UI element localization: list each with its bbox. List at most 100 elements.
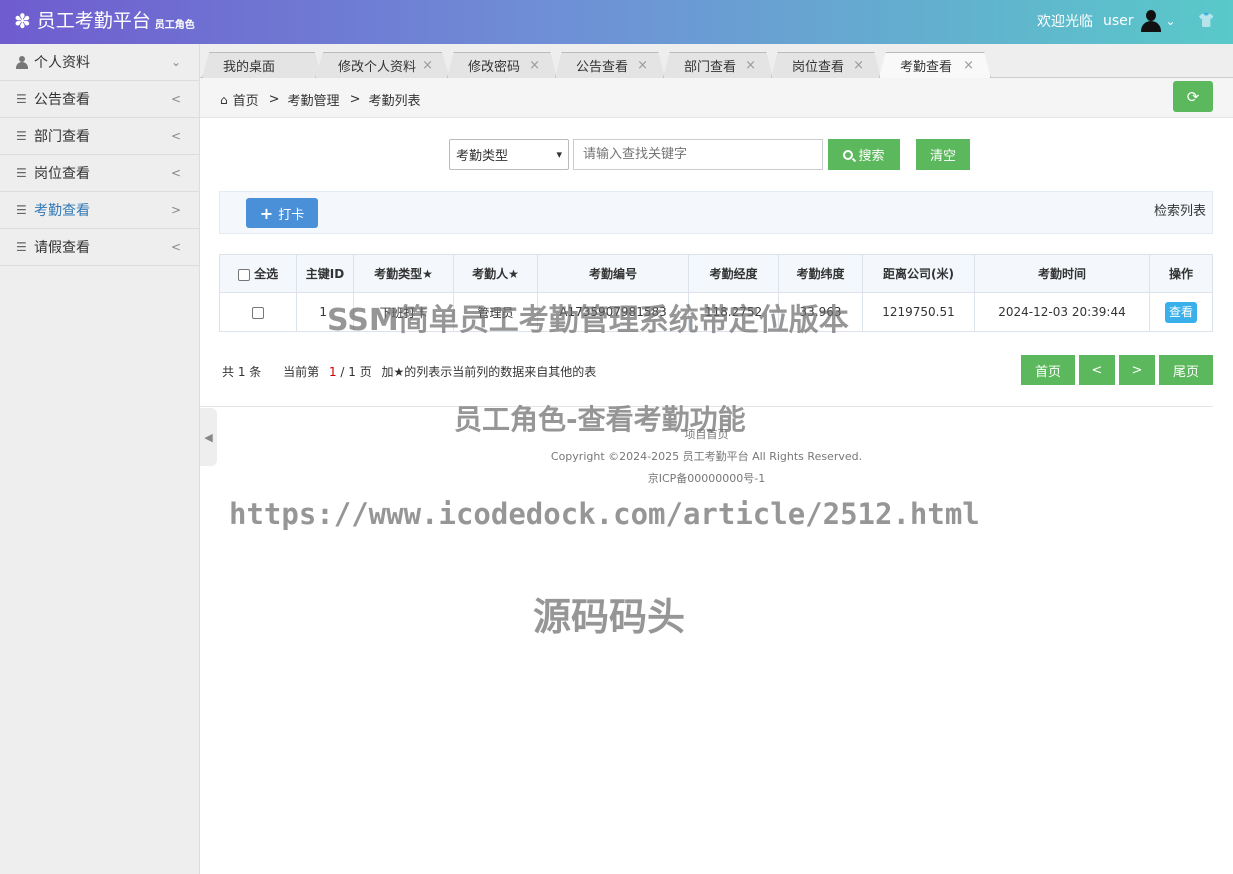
header-id: 主键ID bbox=[296, 254, 354, 293]
sidebar-item-leave[interactable]: ☰ 请假查看 < bbox=[0, 229, 199, 266]
tab-notices[interactable]: 公告查看 × bbox=[555, 52, 665, 78]
sidebar-item-positions[interactable]: ☰ 岗位查看 < bbox=[0, 155, 199, 192]
punch-in-label: 打卡 bbox=[278, 207, 305, 223]
pager-buttons: 首页 < > 尾页 bbox=[1017, 355, 1213, 385]
tab-label: 部门查看 bbox=[684, 60, 737, 75]
sidebar-item-label: 公告查看 bbox=[34, 92, 90, 108]
view-button[interactable]: 查看 bbox=[1165, 301, 1197, 323]
breadcrumb: ⌂ 首页 > 考勤管理 > 考勤列表 bbox=[220, 90, 420, 109]
close-icon[interactable]: × bbox=[853, 58, 864, 73]
tab-label: 公告查看 bbox=[576, 60, 629, 75]
cell-operation: 查看 bbox=[1149, 292, 1213, 332]
sidebar-item-notices[interactable]: ☰ 公告查看 < bbox=[0, 81, 199, 118]
list-icon: ☰ bbox=[16, 129, 27, 143]
close-icon[interactable]: × bbox=[637, 58, 648, 73]
search-button-label: 搜索 bbox=[858, 149, 885, 164]
row-checkbox[interactable] bbox=[252, 306, 264, 319]
first-page-button[interactable]: 首页 bbox=[1021, 355, 1075, 385]
pager-info: 共 1 条 当前第 1 / 1 页 加★的列表示当前列的数据来自其他的表 bbox=[222, 363, 596, 380]
next-page-button[interactable]: > bbox=[1119, 355, 1155, 385]
sidebar-item-label: 请假查看 bbox=[34, 240, 90, 256]
watermark-title: SSM简单员工考勤管理系统带定位版本 bbox=[327, 303, 849, 338]
star-note: 加★的列表示当前列的数据来自其他的表 bbox=[381, 365, 597, 379]
chevron-down-icon[interactable]: ⌄ bbox=[1166, 14, 1176, 28]
sidebar-item-label: 岗位查看 bbox=[34, 166, 90, 182]
tab-change-password[interactable]: 修改密码 × bbox=[447, 52, 557, 78]
list-icon: ☰ bbox=[16, 240, 27, 254]
total-pages: / 1 页 bbox=[340, 365, 372, 379]
close-icon[interactable]: × bbox=[745, 58, 756, 73]
chevron-left-icon: < bbox=[170, 240, 181, 254]
search-field-select[interactable]: 考勤类型 ▾ bbox=[449, 139, 569, 170]
sidebar-item-label: 考勤查看 bbox=[34, 203, 90, 219]
tab-positions[interactable]: 岗位查看 × bbox=[771, 52, 881, 78]
last-page-button[interactable]: 尾页 bbox=[1159, 355, 1213, 385]
breadcrumb-home[interactable]: 首页 bbox=[233, 90, 259, 109]
welcome-text: 欢迎光临 bbox=[1036, 14, 1093, 30]
tab-label: 考勤查看 bbox=[900, 60, 953, 75]
app-title: 员工考勤平台 bbox=[36, 10, 151, 32]
header-latitude: 考勤纬度 bbox=[778, 254, 863, 293]
close-icon[interactable]: × bbox=[529, 58, 540, 73]
chevron-down-icon: ⌄ bbox=[170, 55, 181, 69]
header-longitude: 考勤经度 bbox=[688, 254, 779, 293]
user-area: 欢迎光临 user ⌄ 👕 bbox=[1037, 10, 1215, 32]
watermark-subtitle: 员工角色-查看考勤功能 bbox=[454, 403, 746, 436]
brand[interactable]: ✽ 员工考勤平台 员工角色 bbox=[14, 9, 195, 33]
current-page: 1 bbox=[328, 365, 337, 379]
breadcrumb-attendance-mgmt[interactable]: 考勤管理 bbox=[288, 90, 340, 109]
breadcrumb-separator: > bbox=[349, 92, 361, 107]
table-header-row: 全选 主键ID 考勤类型★ 考勤人★ 考勤编号 考勤经度 考勤纬度 距离公司(米… bbox=[219, 254, 1213, 293]
action-bar: + 打卡 检索列表 bbox=[219, 191, 1213, 234]
header-label: 全选 bbox=[254, 267, 279, 281]
breadcrumb-attendance-list: 考勤列表 bbox=[368, 94, 421, 109]
tab-label: 修改密码 bbox=[468, 60, 521, 75]
search-input[interactable] bbox=[573, 139, 823, 170]
top-header: ✽ 员工考勤平台 员工角色 欢迎光临 user ⌄ 👕 bbox=[0, 0, 1233, 44]
header-time: 考勤时间 bbox=[974, 254, 1150, 293]
tab-edit-profile[interactable]: 修改个人资料 × bbox=[315, 52, 450, 78]
tab-departments[interactable]: 部门查看 × bbox=[663, 52, 773, 78]
footer-copyright: Copyright ©2024-2025 员工考勤平台 All Rights R… bbox=[550, 450, 863, 463]
row-select-cell[interactable] bbox=[219, 292, 297, 332]
tab-bar: 我的桌面 修改个人资料 × 修改密码 × 公告查看 × 部门查看 × 岗位查看 … bbox=[200, 44, 1233, 78]
user-avatar-icon[interactable] bbox=[1140, 10, 1162, 32]
tab-label: 岗位查看 bbox=[792, 60, 845, 75]
list-icon: ☰ bbox=[16, 166, 27, 180]
header-distance: 距离公司(米) bbox=[862, 254, 975, 293]
total-count: 共 1 条 bbox=[222, 365, 262, 379]
clear-button[interactable]: 清空 bbox=[916, 139, 970, 170]
prev-page-button[interactable]: < bbox=[1079, 355, 1115, 385]
username[interactable]: user bbox=[1103, 13, 1134, 29]
search-button[interactable]: 搜索 bbox=[828, 139, 900, 170]
cell-time: 2024-12-03 20:39:44 bbox=[974, 292, 1150, 332]
theme-shirt-icon[interactable]: 👕 bbox=[1198, 13, 1215, 29]
chevron-left-icon: < bbox=[170, 129, 181, 143]
footer-icp[interactable]: 京ICP备00000000号-1 bbox=[200, 470, 1213, 486]
sidebar: 个人资料 ⌄ ☰ 公告查看 < ☰ 部门查看 < ☰ 岗位查看 < ☰ 考勤查看… bbox=[0, 44, 200, 874]
header-select-all[interactable]: 全选 bbox=[219, 254, 297, 293]
select-all-checkbox[interactable] bbox=[237, 268, 250, 281]
sidebar-item-attendance[interactable]: ☰ 考勤查看 > bbox=[0, 192, 199, 229]
close-icon[interactable]: × bbox=[422, 58, 433, 73]
sidebar-item-label: 部门查看 bbox=[34, 129, 90, 145]
header-person: 考勤人★ bbox=[453, 254, 538, 293]
user-icon bbox=[16, 55, 28, 69]
punch-in-button[interactable]: + 打卡 bbox=[246, 198, 318, 228]
tab-attendance[interactable]: 考勤查看 × bbox=[879, 52, 991, 78]
close-icon[interactable]: × bbox=[963, 58, 974, 73]
search-icon bbox=[843, 149, 854, 160]
header-type: 考勤类型★ bbox=[353, 254, 454, 293]
refresh-button[interactable]: ⟳ bbox=[1173, 81, 1213, 112]
chevron-left-icon: < bbox=[170, 92, 181, 106]
breadcrumb-separator: > bbox=[268, 92, 280, 107]
tab-desktop[interactable]: 我的桌面 bbox=[202, 52, 322, 78]
sidebar-item-profile[interactable]: 个人资料 ⌄ bbox=[0, 44, 199, 81]
chevron-down-icon: ▾ bbox=[556, 148, 562, 161]
role-label: 员工角色 bbox=[154, 20, 195, 31]
sidebar-item-departments[interactable]: ☰ 部门查看 < bbox=[0, 118, 199, 155]
breadcrumb-bar: ⌂ 首页 > 考勤管理 > 考勤列表 ⟳ bbox=[200, 78, 1233, 118]
watermark-url: https://www.icodedock.com/article/2512.h… bbox=[229, 497, 980, 531]
home-icon: ⌂ bbox=[220, 92, 228, 107]
list-title: 检索列表 bbox=[1153, 204, 1206, 219]
